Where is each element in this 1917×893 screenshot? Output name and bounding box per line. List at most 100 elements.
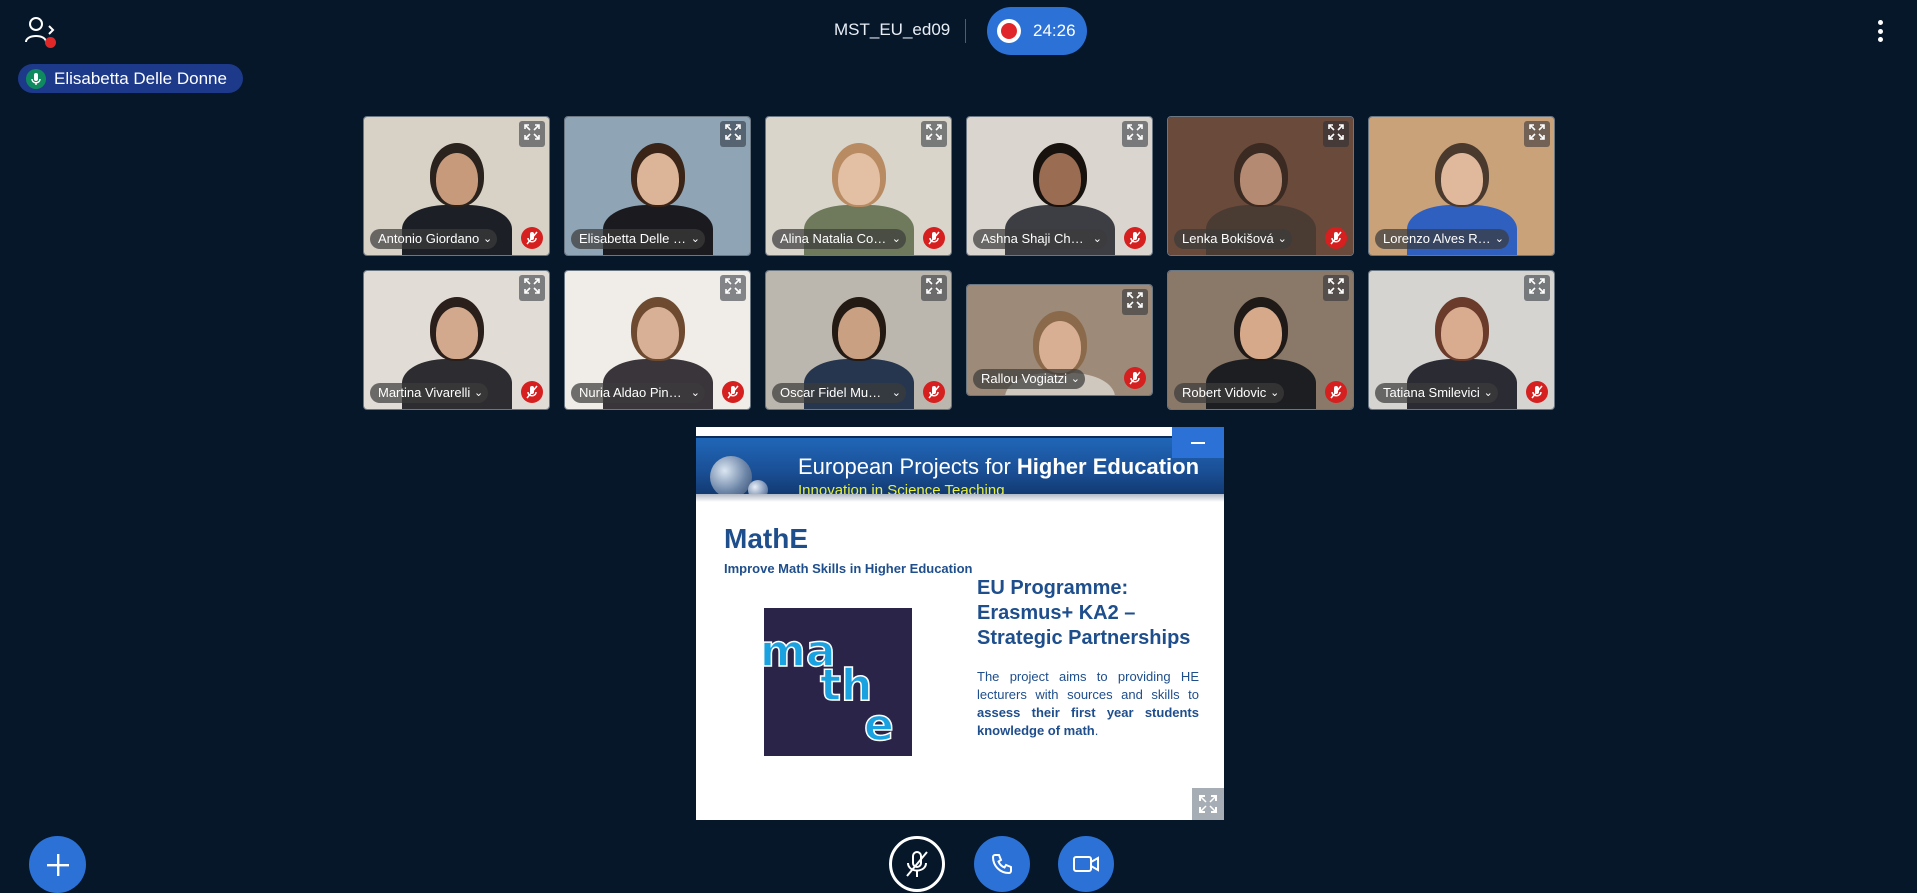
participant-video-tile[interactable]: Elisabetta Delle Donne ⌄ — [564, 116, 751, 256]
participant-name[interactable]: Lenka Bokišová ⌄ — [1174, 229, 1292, 249]
participant-name[interactable]: Nuria Aldao Pineiro ⌄ — [571, 383, 705, 403]
expand-icon — [926, 277, 942, 299]
microphone-muted-icon — [906, 851, 928, 877]
expand-icon — [725, 123, 741, 145]
microphone-muted-icon — [923, 381, 945, 403]
leave-audio-button[interactable] — [974, 836, 1030, 892]
minimize-presentation-button[interactable] — [1172, 427, 1224, 458]
chevron-down-icon: ⌄ — [474, 387, 484, 399]
recording-button[interactable]: 24:26 — [987, 7, 1087, 55]
phone-icon — [991, 854, 1012, 875]
participant-video-tile[interactable]: Lorenzo Alves Rebehy ⌄ — [1368, 116, 1555, 256]
participant-name[interactable]: Lorenzo Alves Rebehy ⌄ — [1375, 229, 1509, 249]
expand-video-button[interactable] — [1524, 275, 1550, 301]
expand-video-button[interactable] — [1122, 121, 1148, 147]
participant-video-tile[interactable]: Lenka Bokišová ⌄ — [1167, 116, 1354, 256]
microphone-muted-icon — [521, 227, 543, 249]
chevron-down-icon: ⌄ — [1277, 233, 1287, 245]
person-face — [637, 153, 679, 205]
plus-icon — [46, 853, 69, 876]
participant-name[interactable]: Alina Natalia Cos... ⌄ — [772, 229, 906, 249]
expand-video-button[interactable] — [921, 275, 947, 301]
microphone-muted-icon — [521, 381, 543, 403]
participant-name[interactable]: Elisabetta Delle Donne ⌄ — [571, 229, 705, 249]
microphone-muted-icon — [1325, 381, 1347, 403]
talking-name: Elisabetta Delle Donne — [54, 68, 227, 88]
expand-icon — [1328, 123, 1344, 145]
participant-name[interactable]: Robert Vidovic ⌄ — [1174, 383, 1285, 403]
participant-name[interactable]: Oscar Fidel Muno... ⌄ — [772, 383, 906, 403]
expand-icon — [1127, 291, 1143, 313]
expand-video-button[interactable] — [720, 121, 746, 147]
chevron-down-icon: ⌄ — [482, 233, 493, 245]
banner-title-prefix: European Projects for — [798, 454, 1017, 479]
chevron-down-icon: ⌄ — [690, 387, 700, 399]
globe-logo — [710, 456, 752, 498]
expand-video-button[interactable] — [921, 121, 947, 147]
desc-suffix: . — [1094, 723, 1099, 738]
person-face — [1240, 153, 1282, 205]
person-face — [436, 307, 478, 359]
title-separator — [965, 19, 966, 43]
participant-video-tile[interactable]: Oscar Fidel Muno... ⌄ — [765, 270, 952, 410]
participant-video-tile[interactable]: Rallou Vogiatzi ⌄ — [966, 284, 1153, 396]
mute-microphone-button[interactable] — [889, 836, 945, 892]
chevron-down-icon: ⌄ — [891, 233, 901, 245]
microphone-muted-icon — [923, 227, 945, 249]
actions-button[interactable] — [29, 836, 86, 893]
expand-video-button[interactable] — [720, 275, 746, 301]
slide-title: MathE — [724, 523, 808, 554]
fullscreen-button[interactable] — [1192, 788, 1224, 820]
person-face — [1441, 307, 1483, 359]
meeting-title: MST_EU_ed09 — [834, 20, 951, 39]
mathe-logo: ma th e — [759, 608, 912, 756]
person-face — [1441, 153, 1483, 205]
microphone-muted-icon — [1526, 381, 1548, 403]
participant-video-tile[interactable]: Robert Vidovic ⌄ — [1167, 270, 1354, 410]
participant-name[interactable]: Rallou Vogiatzi ⌄ — [973, 369, 1085, 389]
banner-shadow — [696, 494, 1224, 502]
users-toggle-button[interactable] — [24, 16, 60, 50]
participant-video-tile[interactable]: Martina Vivarelli ⌄ — [363, 270, 550, 410]
camera-icon — [1073, 856, 1099, 872]
expand-icon — [926, 123, 942, 145]
chevron-down-icon: ⌄ — [1070, 373, 1080, 385]
minimize-icon — [1191, 441, 1205, 444]
microphone-icon — [26, 68, 46, 89]
expand-icon — [524, 277, 540, 299]
expand-video-button[interactable] — [519, 275, 545, 301]
expand-video-button[interactable] — [1122, 289, 1148, 315]
presentation-area: European Projects for Higher Education I… — [696, 427, 1224, 820]
participant-video-tile[interactable]: Antonio Giordano ⌄ — [363, 116, 550, 256]
programme-heading: EU Programme: Erasmus+ KA2 – Strategic P… — [977, 577, 1191, 649]
kebab-menu-icon — [1877, 20, 1883, 25]
participant-video-tile[interactable]: Alina Natalia Cos... ⌄ — [765, 116, 952, 256]
desc-text: The project aims to providing HE lecture… — [977, 669, 1199, 702]
participant-name[interactable]: Martina Vivarelli ⌄ — [370, 383, 489, 403]
chevron-down-icon: ⌄ — [1092, 233, 1102, 245]
chevron-down-icon: ⌄ — [1494, 233, 1504, 245]
participant-video-tile[interactable]: Tatiana Smilevici ⌄ — [1368, 270, 1555, 410]
person-face — [637, 307, 679, 359]
person-face — [1039, 153, 1081, 205]
participant-name[interactable]: Ashna Shaji Chan... ⌄ — [973, 229, 1107, 249]
expand-icon — [1529, 277, 1545, 299]
participant-video-tile[interactable]: Ashna Shaji Chan... ⌄ — [966, 116, 1153, 256]
expand-video-button[interactable] — [519, 121, 545, 147]
fullscreen-icon — [1199, 795, 1217, 813]
share-webcam-button[interactable] — [1058, 836, 1114, 892]
expand-icon — [725, 277, 741, 299]
expand-video-button[interactable] — [1524, 121, 1550, 147]
expand-icon — [1328, 277, 1344, 299]
participant-name[interactable]: Antonio Giordano ⌄ — [370, 229, 498, 249]
expand-video-button[interactable] — [1323, 275, 1349, 301]
expand-icon — [1127, 123, 1143, 145]
participant-video-tile[interactable]: Nuria Aldao Pineiro ⌄ — [564, 270, 751, 410]
person-face — [1039, 321, 1081, 373]
chevron-down-icon: ⌄ — [891, 387, 901, 399]
project-description: The project aims to providing HE lecture… — [977, 668, 1199, 740]
expand-icon — [1529, 123, 1545, 145]
participant-name[interactable]: Tatiana Smilevici ⌄ — [1375, 383, 1498, 403]
expand-video-button[interactable] — [1323, 121, 1349, 147]
options-menu-button[interactable] — [1870, 18, 1890, 44]
